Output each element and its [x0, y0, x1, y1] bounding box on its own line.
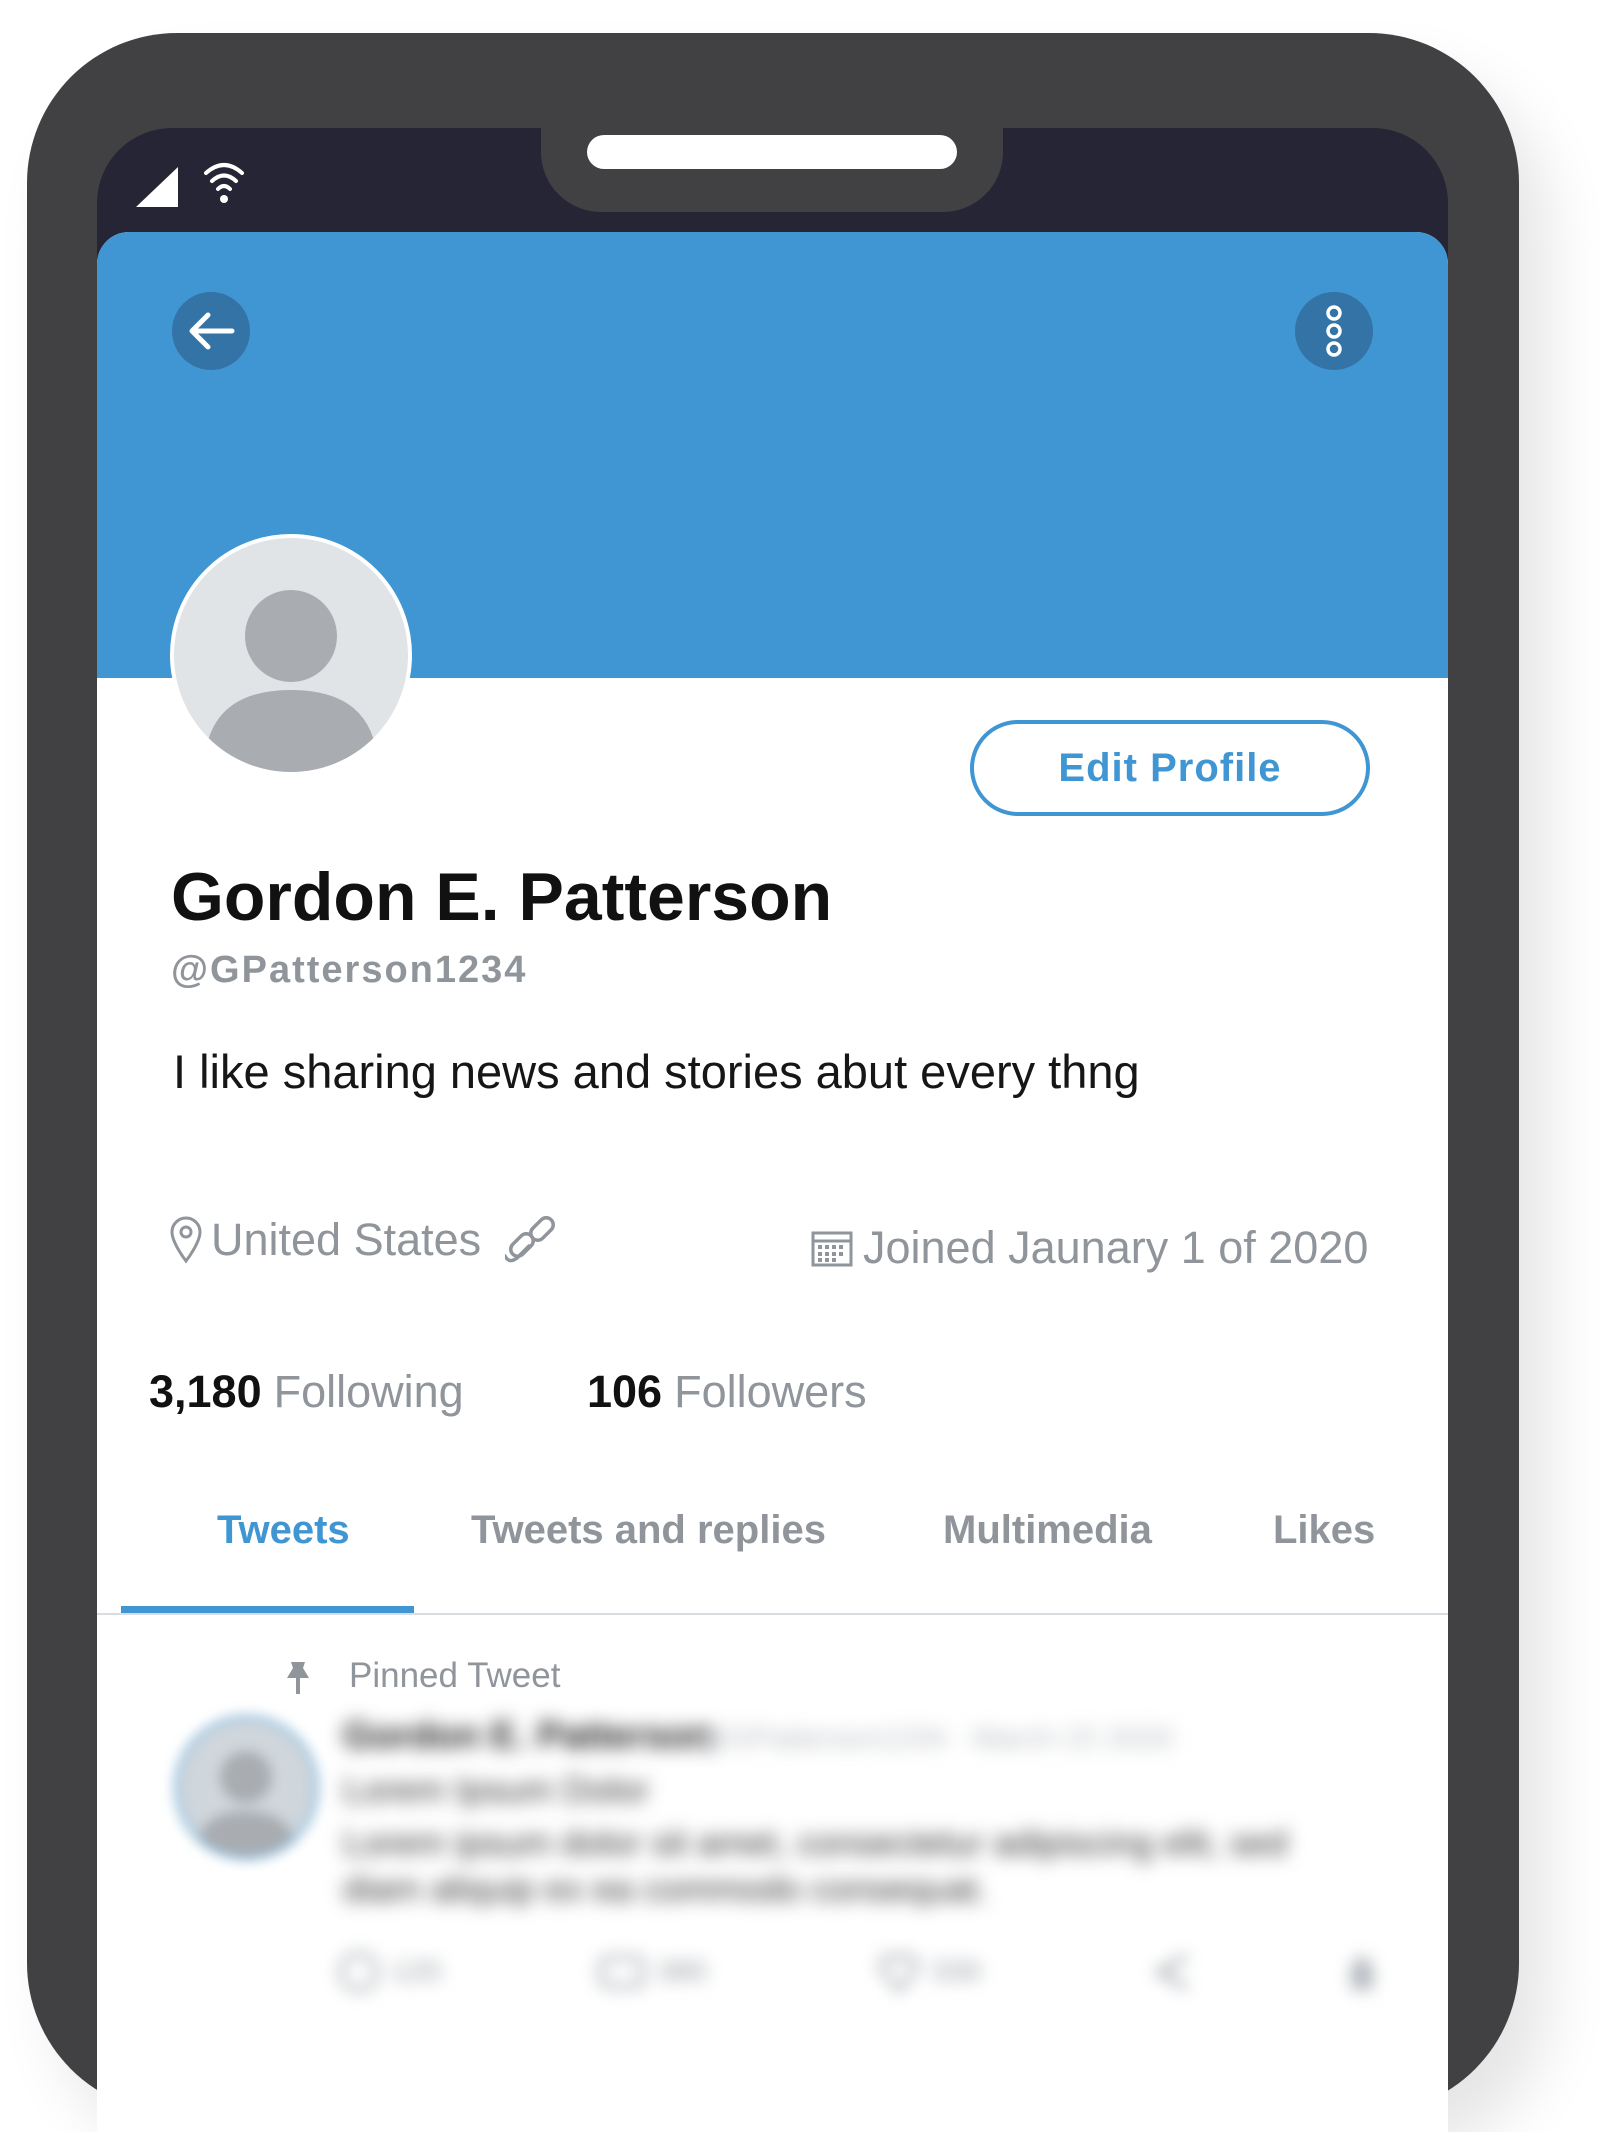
tab-multimedia[interactable]: Multimedia: [943, 1508, 1152, 1553]
share-icon: [1153, 1953, 1189, 1991]
bookmark-action[interactable]: [1347, 1950, 1377, 1994]
reply-count: 120: [391, 1955, 442, 1988]
signal-icon: [136, 167, 178, 207]
user-silhouette-icon: [204, 590, 378, 772]
retweet-count: 380: [657, 1955, 708, 1988]
user-silhouette-icon: [196, 1751, 296, 1856]
profile-name: Gordon E. Patterson: [171, 859, 833, 935]
following-number: 3,180: [149, 1366, 262, 1417]
profile-screen: Edit Profile Gordon E. Patterson @GPatte…: [97, 232, 1448, 2132]
wifi-icon: [204, 163, 244, 191]
followers-count[interactable]: 106 Followers: [587, 1366, 867, 1418]
retweet-action[interactable]: 380: [597, 1950, 707, 1994]
tweet-meta: @GPatterson1234 · March 22 2020: [697, 1722, 1173, 1755]
tab-likes[interactable]: Likes: [1273, 1508, 1375, 1553]
tweet-avatar[interactable]: [174, 1715, 319, 1860]
share-action[interactable]: [1151, 1950, 1195, 1994]
more-options-button[interactable]: [1295, 292, 1373, 370]
location-pin-icon: [170, 1216, 202, 1264]
followers-label: Followers: [674, 1366, 867, 1417]
profile-handle: @GPatterson1234: [171, 949, 528, 991]
profile-bio: I like sharing news and stories abut eve…: [173, 1045, 1140, 1098]
following-count[interactable]: 3,180 Following: [149, 1366, 464, 1418]
back-arrow-icon: [189, 312, 235, 350]
joined-text: Joined Jaunary 1 of 2020: [863, 1222, 1369, 1273]
more-vertical-icon: [1326, 305, 1342, 357]
tweet-author[interactable]: Gordon E. Patterson: [343, 1715, 712, 1758]
tabs-divider: [97, 1613, 1448, 1615]
bookmark-icon: [1351, 1954, 1373, 1990]
back-button[interactable]: [172, 292, 250, 370]
like-count: 330: [931, 1955, 982, 1988]
pin-icon: [287, 1662, 309, 1694]
location-text: United States: [211, 1214, 482, 1265]
status-bar: [136, 163, 244, 207]
reply-action[interactable]: 120: [337, 1950, 441, 1994]
profile-joined: Joined Jaunary 1 of 2020: [811, 1222, 1368, 1274]
link-icon[interactable]: [505, 1216, 561, 1264]
active-tab-indicator: [121, 1606, 414, 1613]
reply-icon: [339, 1952, 379, 1992]
like-icon: [879, 1954, 919, 1994]
following-label: Following: [273, 1366, 464, 1417]
phone-speaker: [587, 135, 957, 169]
retweet-icon: [599, 1956, 645, 1988]
tab-tweets-and-replies[interactable]: Tweets and replies: [471, 1508, 826, 1553]
tweet-title: Lorem Ipsum Dolor: [343, 1769, 650, 1810]
avatar[interactable]: [170, 534, 412, 776]
pinned-tweet-label: Pinned Tweet: [349, 1656, 561, 1695]
like-action[interactable]: 330: [877, 1950, 981, 1994]
edit-profile-label: Edit Profile: [1058, 745, 1282, 790]
profile-location: United States: [169, 1214, 561, 1266]
followers-number: 106: [587, 1366, 663, 1417]
tweet-text-line-1: Lorem ipsum dolor sit amet, consectetur …: [343, 1822, 1288, 1863]
edit-profile-button[interactable]: Edit Profile: [970, 720, 1370, 816]
calendar-icon: [811, 1231, 853, 1267]
tab-tweets[interactable]: Tweets: [217, 1508, 350, 1553]
tweet-text-line-2: diam aliquip ex ea commodo consequat.: [343, 1868, 988, 1909]
